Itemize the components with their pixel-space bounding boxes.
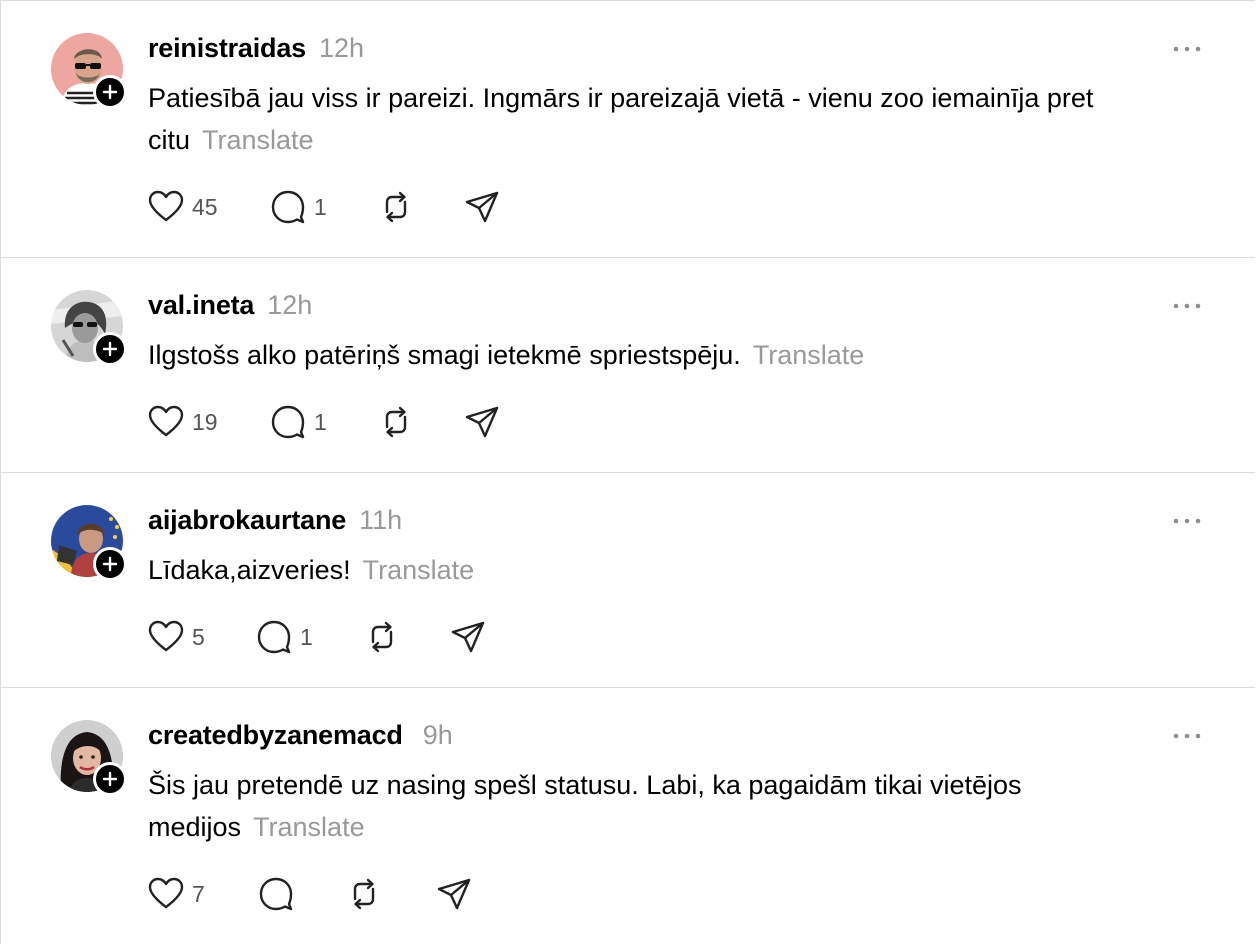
post-body: Līdaka,aizveries! (148, 555, 351, 585)
post-header: val.ineta 12h (148, 290, 312, 321)
action-bar: 7 (148, 874, 476, 914)
comment-icon (271, 405, 305, 439)
post-text: Ilgstošs alko patēriņš smagi ietekmē spr… (148, 334, 1208, 376)
reply-post: reinistraidas 12h Patiesībā jau viss ir … (1, 1, 1255, 258)
post-body: Ilgstošs alko patēriņš smagi ietekmē spr… (148, 340, 741, 370)
avatar-container[interactable] (51, 33, 127, 109)
comment-icon (257, 620, 291, 654)
post-timestamp[interactable]: 11h (359, 505, 402, 536)
share-icon (465, 406, 499, 438)
comment-button[interactable]: 1 (270, 187, 378, 227)
follow-button[interactable] (93, 332, 127, 366)
username-link[interactable]: aijabrokaurtane (148, 505, 346, 536)
more-options-button[interactable] (1171, 296, 1203, 316)
avatar-container[interactable] (51, 720, 127, 796)
share-icon (451, 621, 485, 653)
comment-icon (271, 190, 305, 224)
plus-icon (102, 341, 118, 357)
more-options-button[interactable] (1171, 39, 1203, 59)
comment-count: 1 (314, 408, 327, 435)
translate-link[interactable]: Translate (753, 340, 865, 370)
like-count: 5 (192, 623, 205, 650)
avatar-container[interactable] (51, 505, 127, 581)
post-text: Līdaka,aizveries! Translate (148, 549, 1208, 591)
more-horizontal-icon (1173, 733, 1201, 739)
plus-icon (102, 556, 118, 572)
thread-replies-feed: reinistraidas 12h Patiesībā jau viss ir … (0, 0, 1255, 944)
action-bar: 45 1 (148, 187, 504, 227)
share-button[interactable] (450, 617, 490, 657)
more-options-button[interactable] (1171, 511, 1203, 531)
comment-icon (259, 877, 293, 911)
follow-button[interactable] (93, 75, 127, 109)
share-button[interactable] (464, 402, 504, 442)
heart-icon (148, 405, 184, 437)
heart-icon (148, 620, 184, 652)
repost-icon (353, 878, 375, 910)
follow-button[interactable] (93, 547, 127, 581)
comment-button[interactable] (258, 874, 346, 914)
like-button[interactable]: 5 (148, 617, 256, 657)
more-horizontal-icon (1173, 303, 1201, 309)
follow-button[interactable] (93, 762, 127, 796)
username-link[interactable]: reinistraidas (148, 33, 306, 64)
like-button[interactable]: 45 (148, 187, 270, 227)
repost-button[interactable] (346, 874, 436, 914)
action-bar: 5 1 (148, 617, 490, 657)
comment-count: 1 (314, 193, 327, 220)
username-link[interactable]: createdbyzanemacd (148, 720, 403, 751)
repost-button[interactable] (378, 187, 464, 227)
username-link[interactable]: val.ineta (148, 290, 254, 321)
post-timestamp[interactable]: 9h (423, 720, 453, 751)
like-button[interactable]: 19 (148, 402, 270, 442)
like-button[interactable]: 7 (148, 874, 258, 914)
post-timestamp[interactable]: 12h (319, 33, 364, 64)
plus-icon (102, 84, 118, 100)
translate-link[interactable]: Translate (363, 555, 475, 585)
plus-icon (102, 771, 118, 787)
translate-link[interactable]: Translate (253, 812, 365, 842)
post-text: Patiesībā jau viss ir pareizi. Ingmārs i… (148, 77, 1208, 161)
repost-button[interactable] (364, 617, 450, 657)
comment-button[interactable]: 1 (270, 402, 378, 442)
more-horizontal-icon (1173, 46, 1201, 52)
like-count: 7 (192, 880, 205, 907)
share-icon (465, 191, 499, 223)
translate-link[interactable]: Translate (202, 125, 314, 155)
heart-icon (148, 877, 184, 909)
repost-button[interactable] (378, 402, 464, 442)
avatar-container[interactable] (51, 290, 127, 366)
reply-post: aijabrokaurtane 11h Līdaka,aizveries! Tra… (1, 473, 1255, 688)
more-horizontal-icon (1173, 518, 1201, 524)
share-button[interactable] (436, 874, 476, 914)
action-bar: 19 1 (148, 402, 504, 442)
post-header: aijabrokaurtane 11h (148, 505, 402, 536)
repost-icon (385, 406, 407, 438)
like-count: 45 (192, 193, 218, 220)
share-icon (437, 878, 471, 910)
repost-icon (385, 191, 407, 223)
comment-button[interactable]: 1 (256, 617, 364, 657)
reply-post: createdbyzanemacd 9h Šis jau pretendē uz… (1, 688, 1255, 945)
post-text: Šis jau pretendē uz nasing spešl statusu… (148, 764, 1128, 848)
heart-icon (148, 190, 184, 222)
share-button[interactable] (464, 187, 504, 227)
comment-count: 1 (300, 623, 313, 650)
post-timestamp[interactable]: 12h (267, 290, 312, 321)
post-header: createdbyzanemacd 9h (148, 720, 453, 751)
like-count: 19 (192, 408, 218, 435)
more-options-button[interactable] (1171, 726, 1203, 746)
reply-post: val.ineta 12h Ilgstošs alko patēriņš sma… (1, 258, 1255, 473)
post-header: reinistraidas 12h (148, 33, 364, 64)
repost-icon (371, 621, 393, 653)
